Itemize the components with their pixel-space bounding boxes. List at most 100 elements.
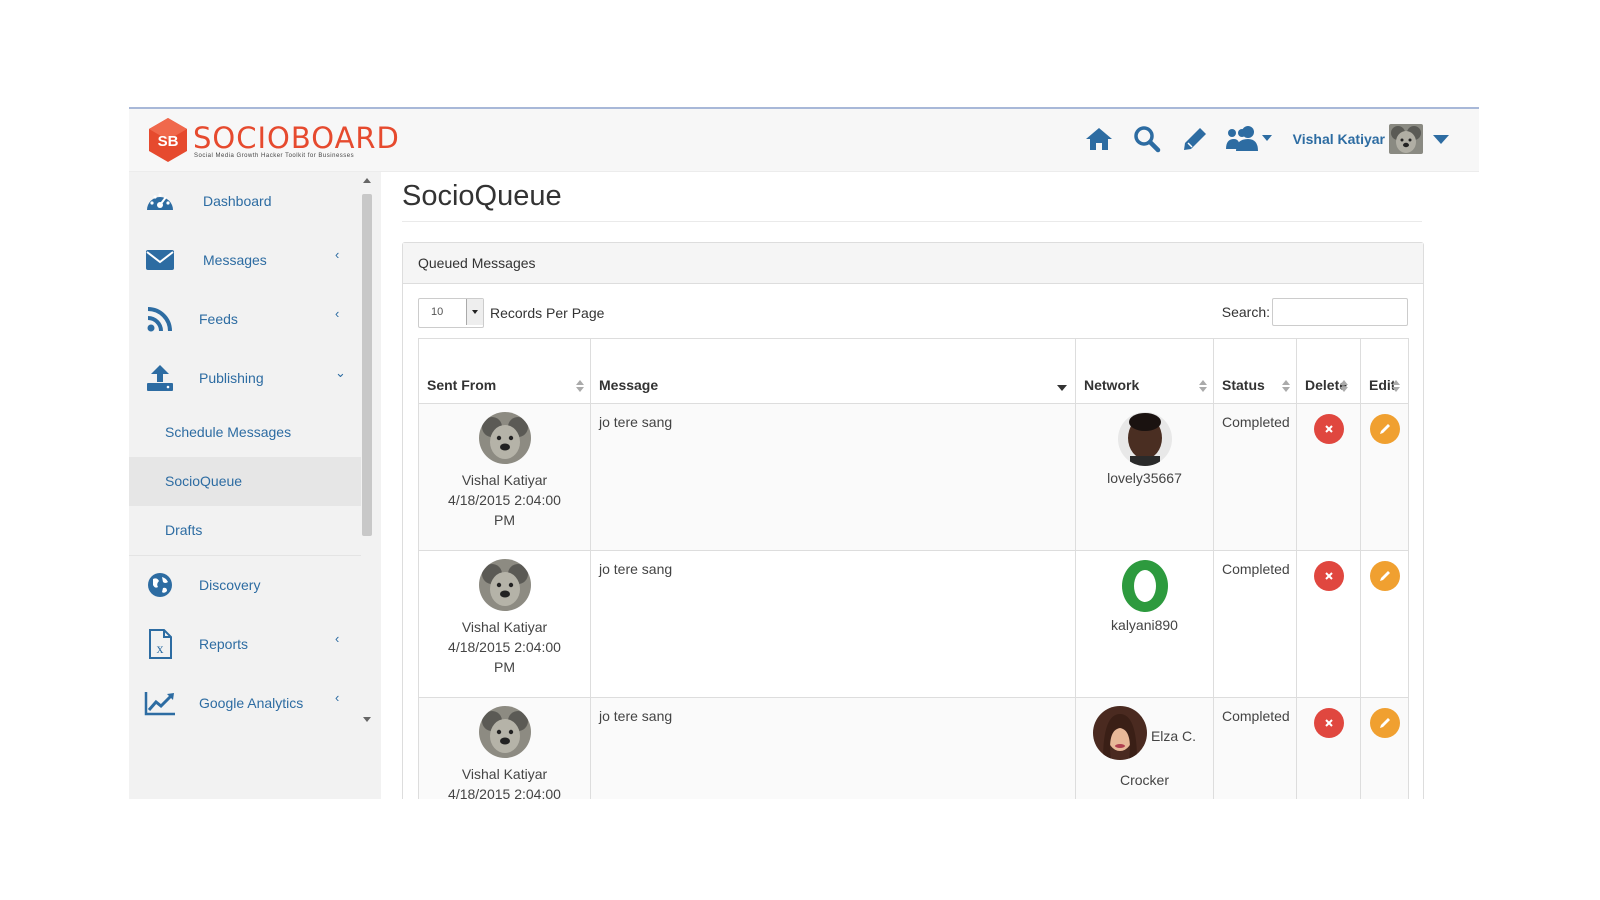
column-label: Status [1222,377,1265,393]
network-account-name: kalyani890 [1111,617,1178,633]
scroll-down-arrow-icon[interactable] [363,717,371,722]
line-chart-icon [143,688,177,718]
network-cell: kalyani890 [1075,550,1214,698]
column-header-sent-from[interactable]: Sent From [418,338,591,404]
sent-timestamp: 4/18/2015 2:04:00 PM [448,639,561,675]
pencil-icon[interactable] [1175,119,1215,159]
delete-button[interactable] [1313,561,1344,591]
message-cell: jo tere sang [590,403,1076,551]
home-icon[interactable] [1079,119,1119,159]
sidebar-subitem-label: SocioQueue [165,473,243,489]
sender-name: Vishal Katiyar [461,766,548,782]
search-icon[interactable] [1127,119,1167,159]
table-search: Search: [1222,298,1408,326]
user-name: Vishal Katiyar [1292,131,1385,147]
column-header-status[interactable]: Status [1213,338,1297,404]
sidebar-item-messages[interactable]: Messages ‹ [129,231,361,291]
close-icon [1324,425,1333,433]
table-row: Vishal Katiyar 4/18/2015 2:04:00 PM jo t… [418,403,1409,551]
svg-text:SB: SB [158,133,179,150]
sidebar-item-feeds[interactable]: Feeds ‹ [129,290,361,350]
sociboard-logo[interactable]: SB SOCIOBOARD Social Media Growth Hacker… [147,115,400,165]
sort-icon [1392,380,1400,392]
sidebar-subitem-label: Schedule Messages [165,424,292,440]
delete-button[interactable] [1313,708,1344,738]
sidebar-subitem-label: Drafts [165,522,203,538]
records-per-page: 10 Records Per Page [418,298,604,328]
sender-avatar [478,706,531,758]
edit-cell [1360,403,1409,551]
panel-title: Queued Messages [418,255,536,271]
sidebar-item-discovery[interactable]: Discovery [129,556,361,616]
sidebar-item-google-analytics[interactable]: Google Analytics ‹ [129,674,361,733]
user-menu-caret-icon[interactable] [1433,134,1449,144]
globe-icon [143,570,177,600]
delete-button[interactable] [1313,414,1344,444]
sort-icon [576,380,584,392]
upload-icon [143,363,177,393]
sidebar: Dashboard Messages ‹ Feeds ‹ Publishing … [129,172,382,799]
network-account-name-line2: Crocker [1119,772,1169,788]
sidebar-item-label: Publishing [199,370,264,386]
records-per-page-label: Records Per Page [490,305,605,321]
pencil-icon [1379,424,1390,434]
user-menu[interactable]: Vishal Katiyar [1293,124,1449,154]
status-cell: Completed [1213,403,1297,551]
sidebar-item-label: Feeds [199,311,238,327]
network-avatar [1092,706,1147,760]
sidebar-item-dashboard[interactable]: Dashboard [129,172,361,232]
sidebar-item-reports[interactable]: x Reports ‹ [129,615,361,675]
sidebar-subitem-socioqueue[interactable]: SocioQueue [129,457,361,506]
sender-name: Vishal Katiyar [461,472,548,488]
table-row: Vishal Katiyar 4/18/2015 2:04:00 PM jo t… [418,697,1409,799]
column-header-edit[interactable]: Edit [1360,338,1409,404]
status-cell: Completed [1213,550,1297,698]
edit-button[interactable] [1369,561,1400,591]
sidebar-item-label: Google Analytics [199,695,304,711]
delete-cell [1296,697,1361,799]
scroll-up-arrow-icon[interactable] [363,178,371,183]
column-header-delete[interactable]: Delete [1296,338,1361,404]
network-account-name: Elza C. [1150,728,1197,744]
pencil-icon [1379,571,1390,581]
edit-button[interactable] [1369,708,1400,738]
table-header-row: Sent From Message Network Status Delete … [418,338,1409,404]
envelope-icon [143,245,177,275]
message-cell: jo tere sang [590,550,1076,698]
edit-cell [1360,697,1409,799]
close-icon [1324,719,1333,727]
search-label: Search: [1221,304,1270,320]
sidebar-item-label: Messages [203,252,267,268]
edit-cell [1360,550,1409,698]
column-header-network[interactable]: Network [1075,338,1214,404]
svg-text:x: x [157,642,164,657]
sidebar-scrollbar-thumb[interactable] [362,194,372,536]
queued-messages-panel: Queued Messages 10 Records Per Page Sear… [402,242,1424,799]
pencil-icon [1379,718,1390,728]
logo-badge: SB [149,118,187,162]
sent-from-cell: Vishal Katiyar 4/18/2015 2:04:00 PM [418,550,591,698]
chevron-left-icon: ‹ [335,247,340,262]
sender-avatar [478,412,531,464]
message-cell: jo tere sang [590,697,1076,799]
dashboard-icon [143,186,177,216]
sidebar-subitem-drafts[interactable]: Drafts [129,506,361,556]
column-header-message[interactable]: Message [590,338,1076,404]
network-avatar [1118,559,1172,613]
sent-timestamp: 4/18/2015 2:04:00 PM [448,786,561,799]
records-per-page-select[interactable]: 10 [418,298,484,328]
sidebar-item-publishing[interactable]: Publishing ⌄ [129,349,361,408]
logo-wordmark: SOCIOBOARD [193,121,400,155]
users-icon[interactable] [1223,119,1275,159]
page-title: SocioQueue [402,180,562,212]
sidebar-subitem-schedule-messages[interactable]: Schedule Messages [129,408,361,457]
network-avatar [1117,412,1172,466]
edit-button[interactable] [1369,414,1400,444]
network-cell: lovely35667 [1075,403,1214,551]
dropdown-arrow-icon[interactable] [466,299,483,325]
network-account-name: lovely35667 [1107,470,1182,486]
search-input[interactable] [1272,298,1408,326]
rss-icon [143,304,177,334]
chevron-left-icon: ‹ [335,306,340,321]
chevron-left-icon: ‹ [335,690,340,705]
